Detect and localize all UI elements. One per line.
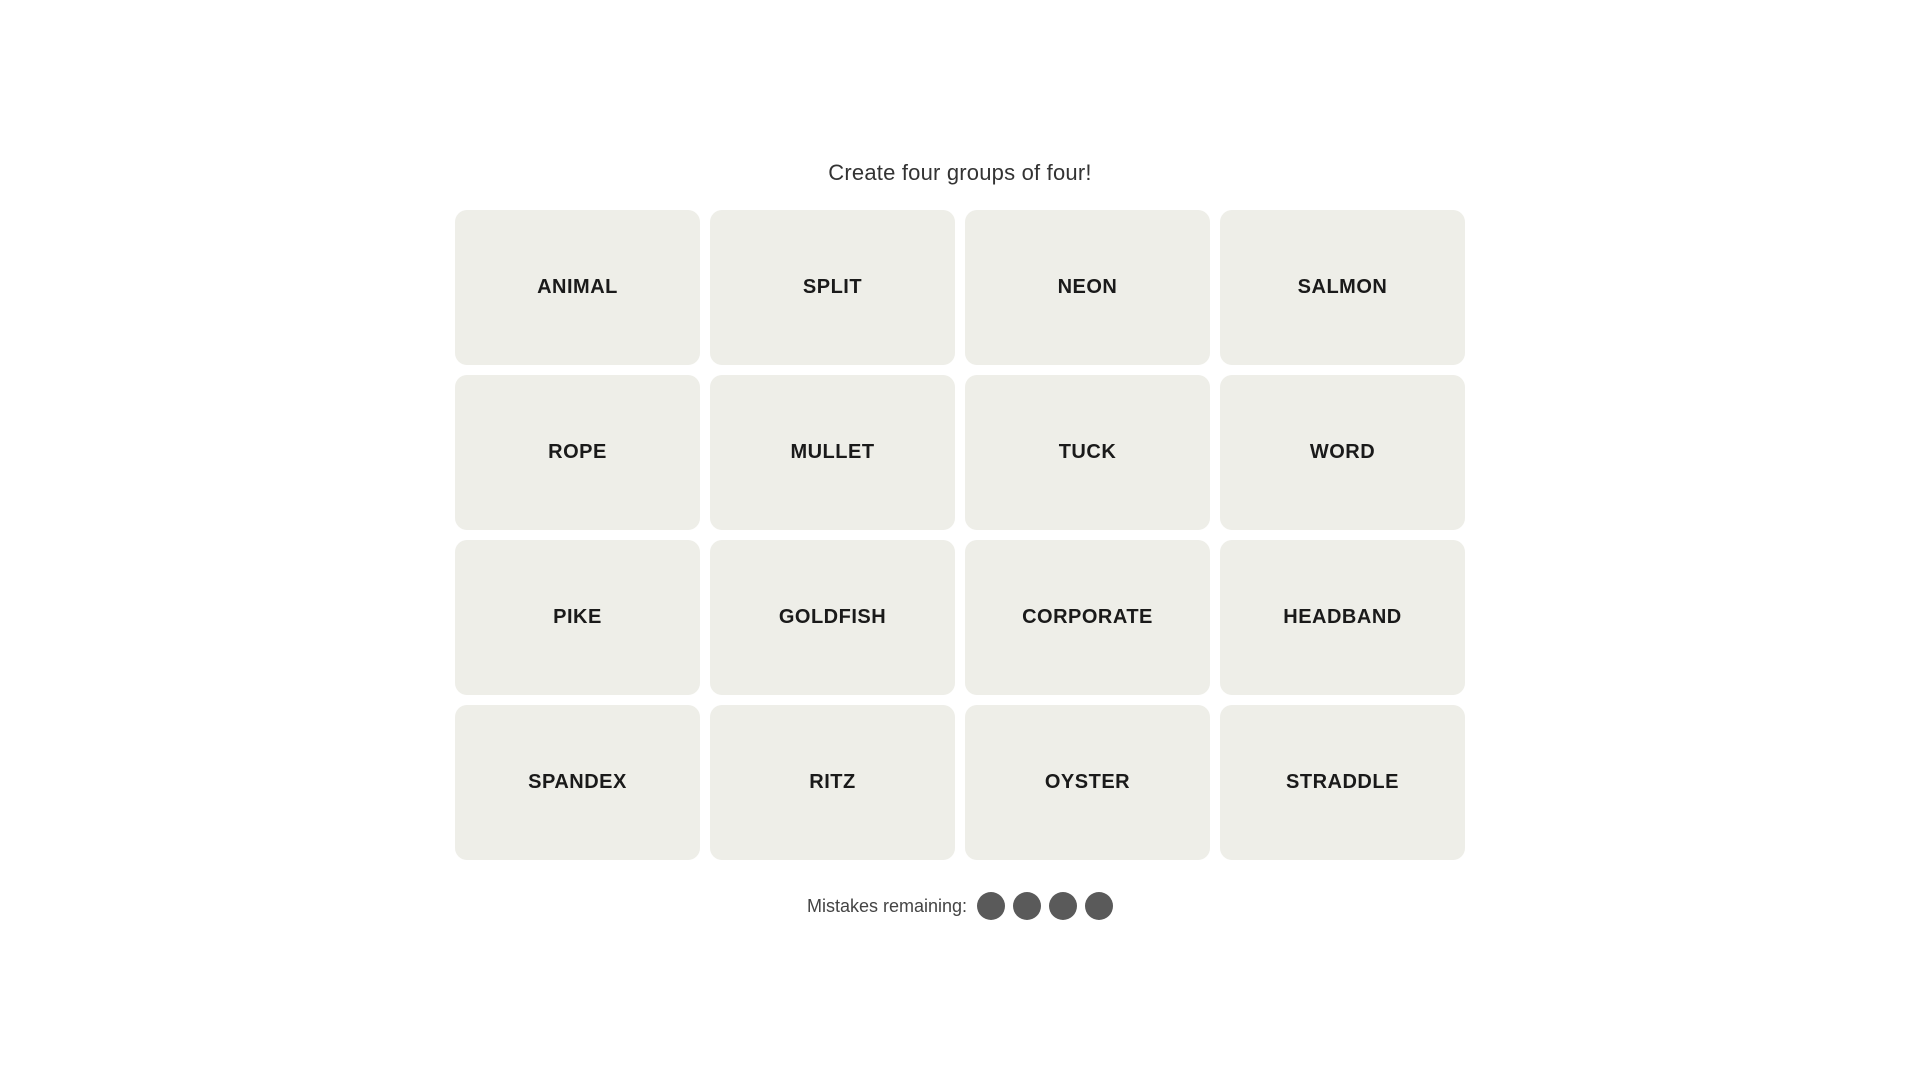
tile-label-rope: ROPE (548, 441, 607, 464)
tile-salmon[interactable]: SALMON (1220, 210, 1465, 365)
mistake-dot-1 (977, 892, 1005, 920)
tile-mullet[interactable]: MULLET (710, 375, 955, 530)
tile-label-corporate: CORPORATE (1022, 606, 1153, 629)
tile-rope[interactable]: ROPE (455, 375, 700, 530)
mistake-dot-2 (1013, 892, 1041, 920)
tile-oyster[interactable]: OYSTER (965, 705, 1210, 860)
tile-label-tuck: TUCK (1059, 441, 1117, 464)
mistake-dot-4 (1085, 892, 1113, 920)
tile-label-straddle: STRADDLE (1286, 771, 1399, 794)
tile-label-headband: HEADBAND (1283, 606, 1401, 629)
tile-label-word: WORD (1310, 441, 1375, 464)
tile-corporate[interactable]: CORPORATE (965, 540, 1210, 695)
tile-straddle[interactable]: STRADDLE (1220, 705, 1465, 860)
game-subtitle: Create four groups of four! (828, 160, 1091, 186)
tile-label-oyster: OYSTER (1045, 771, 1130, 794)
tile-grid: ANIMAL SPLIT NEON SALMON ROPE MULLET TUCK WORD P… (455, 210, 1465, 860)
mistakes-label: Mistakes remaining: (807, 896, 967, 917)
tile-label-pike: PIKE (553, 606, 602, 629)
mistakes-dots (977, 892, 1113, 920)
tile-label-spandex: SPANDEX (528, 771, 627, 794)
tile-label-split: SPLIT (803, 276, 862, 299)
mistake-dot-3 (1049, 892, 1077, 920)
tile-goldfish[interactable]: GOLDFISH (710, 540, 955, 695)
tile-label-neon: NEON (1058, 276, 1118, 299)
tile-neon[interactable]: NEON (965, 210, 1210, 365)
tile-label-animal: ANIMAL (537, 276, 618, 299)
tile-headband[interactable]: HEADBAND (1220, 540, 1465, 695)
tile-animal[interactable]: ANIMAL (455, 210, 700, 365)
tile-label-goldfish: GOLDFISH (779, 606, 886, 629)
tile-tuck[interactable]: TUCK (965, 375, 1210, 530)
tile-label-mullet: MULLET (790, 441, 874, 464)
tile-label-salmon: SALMON (1298, 276, 1388, 299)
tile-word[interactable]: WORD (1220, 375, 1465, 530)
mistakes-area: Mistakes remaining: (807, 892, 1113, 920)
tile-split[interactable]: SPLIT (710, 210, 955, 365)
tile-spandex[interactable]: SPANDEX (455, 705, 700, 860)
tile-ritz[interactable]: RITZ (710, 705, 955, 860)
tile-pike[interactable]: PIKE (455, 540, 700, 695)
game-container: Create four groups of four! ANIMAL SPLIT N… (455, 160, 1465, 920)
tile-label-ritz: RITZ (809, 771, 855, 794)
